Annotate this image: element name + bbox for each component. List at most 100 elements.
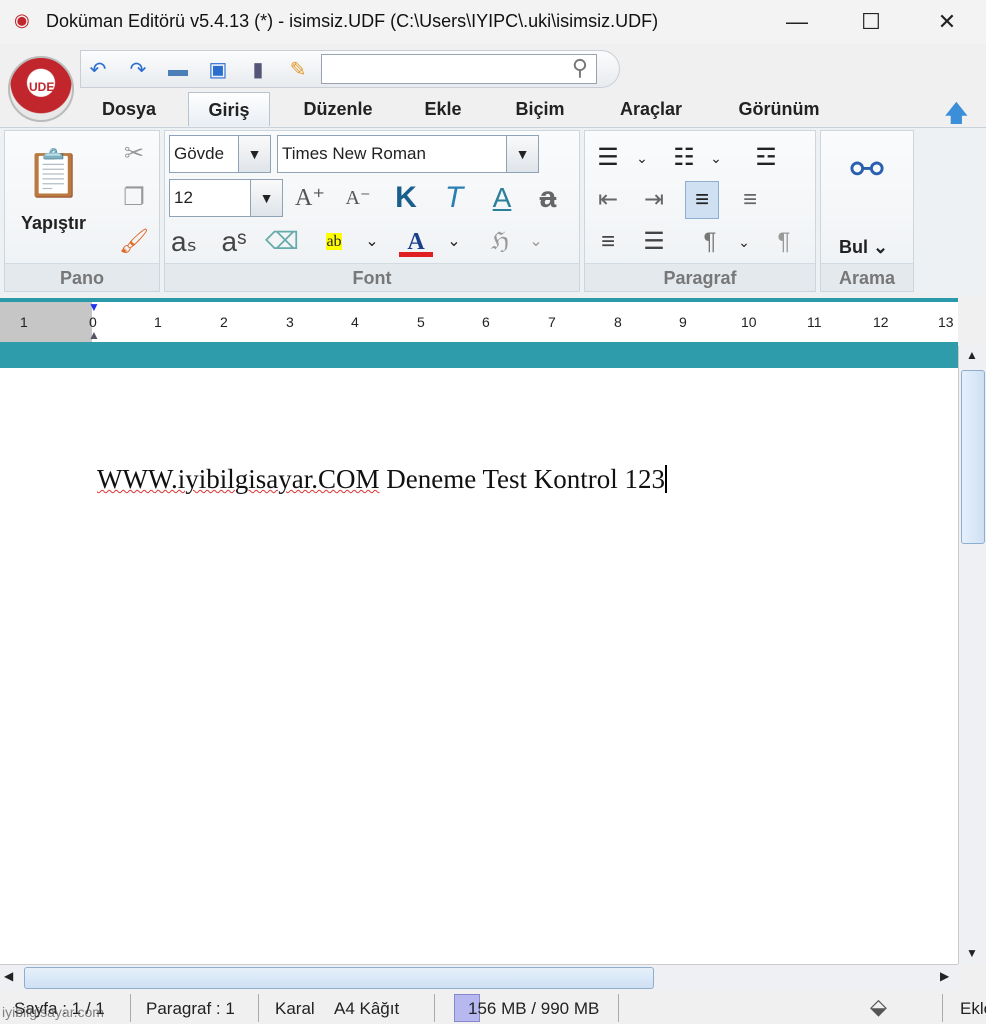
binoculars-icon[interactable]: ⚯ [837,145,897,195]
increase-indent-icon[interactable]: ⇥ [637,185,671,215]
ruler-number: 12 [873,314,889,330]
font-color-button[interactable]: A [399,227,433,257]
vertical-scrollbar[interactable]: ▲ ▼ [958,346,986,964]
chevron-down-icon[interactable]: ⌄ [355,227,389,257]
memory-indicator: 156 MB / 990 MB [468,999,600,1018]
search-icon[interactable]: ⚲ [572,55,588,81]
group-label: Font [165,263,579,291]
print-icon[interactable]: ▮ [245,57,271,83]
scroll-down-icon[interactable]: ▼ [966,946,978,960]
group-pano: 📋 Yapıştır ✂ ❐ 🖌 Pano [4,130,160,292]
document-text[interactable]: WWW.iyibilgisayar.COM Deneme Test Kontro… [97,464,668,495]
group-arama: ⚯ Bul ⌄ Arama [820,130,914,292]
tab-dosya[interactable]: Dosya [86,92,172,126]
paragraph-indicator: Paragraf : 1 [146,999,235,1018]
decrease-indent-icon[interactable]: ⇤ [591,185,625,215]
paste-icon[interactable]: 📋 [25,143,82,203]
align-left-button[interactable]: ≡ [685,181,719,219]
tab-gorunum[interactable]: Görünüm [726,92,832,126]
ruler-number: 1 [154,314,162,330]
align-right-icon[interactable]: ≡ [591,227,625,257]
scroll-left-icon[interactable]: ◀ [4,969,13,983]
horizontal-scroll-thumb[interactable] [24,967,654,989]
insert-mode-indicator[interactable]: Ekle [960,999,986,1019]
justify-icon[interactable]: ☰ [637,227,671,257]
numbered-list-icon[interactable]: ☷ [667,143,701,173]
find-button[interactable]: Bul ⌄ [839,237,888,258]
paragraph-mark-icon[interactable]: ¶ [767,227,801,257]
paper-size-indicator: A4 Kâğıt [334,999,400,1018]
chevron-down-icon[interactable]: ▼ [506,136,538,172]
bullet-list-icon[interactable]: ☰ [591,143,625,173]
chevron-down-icon[interactable]: ⌄ [727,227,761,257]
tab-giris[interactable]: Giriş [188,92,270,126]
font-size-select[interactable]: 12 ▼ [169,179,283,217]
chevron-down-icon[interactable]: ⌄ [437,227,471,257]
italic-button[interactable]: T [437,183,471,213]
chevron-down-icon[interactable]: ▼ [250,180,282,216]
multilevel-list-icon[interactable]: ☲ [749,143,783,173]
eraser-icon[interactable]: ⌫ [265,227,299,257]
title-bar: ◉ Doküman Editörü v5.4.13 (*) - isimsiz.… [0,0,986,44]
chevron-down-icon[interactable]: ⌄ [699,143,733,173]
ruler-number: 8 [614,314,622,330]
minimize-button[interactable]: — [774,6,820,38]
superscript-button[interactable]: aˢ [217,227,251,257]
chevron-down-icon[interactable]: ⌄ [625,143,659,173]
paragraph-style-select[interactable]: Gövde ▼ [169,135,271,173]
save-icon[interactable]: ▣ [205,57,231,83]
copy-icon[interactable]: ❐ [117,183,151,213]
scroll-up-icon[interactable]: ▲ [966,348,978,362]
edit-icon[interactable]: ✎ [285,57,311,83]
group-label: Arama [821,263,913,291]
ruler[interactable]: ▼ ▲ 1 0 1 2 3 4 5 6 7 8 9 10 11 12 13 [0,298,958,342]
zoom-slider-thumb[interactable]: ⬙ [870,994,887,1020]
shrink-font-button[interactable]: A⁻ [341,183,375,213]
app-menu-logo[interactable]: UDE [8,56,74,122]
search-input[interactable]: ⚲ [321,54,597,84]
tab-araclar[interactable]: Araçlar [604,92,698,126]
ruler-number: 9 [679,314,687,330]
group-label: Pano [5,263,159,291]
open-folder-icon[interactable]: ▬ [165,57,191,83]
undo-icon[interactable]: ↶ [85,57,111,83]
ribbon: 📋 Yapıştır ✂ ❐ 🖌 Pano Gövde ▼ Times New R… [0,127,986,295]
chevron-down-icon[interactable]: ▼ [238,136,270,172]
document-area[interactable] [0,368,958,964]
tab-ekle[interactable]: Ekle [410,92,476,126]
left-indent-marker[interactable]: ▲ [88,328,100,342]
cut-icon[interactable]: ✂ [117,139,151,169]
text-effects-icon[interactable]: ℌ [483,227,517,257]
close-button[interactable]: ✕ [924,6,970,38]
status-bar: Sayfa : 1 / 1 iyibilgisayar.com Paragraf… [0,992,986,1024]
chevron-down-icon[interactable]: ⌄ [519,227,553,257]
paste-button[interactable]: Yapıştır [21,213,86,234]
tab-bicim[interactable]: Biçim [500,92,580,126]
strikethrough-button[interactable]: a [531,183,565,213]
vertical-scroll-thumb[interactable] [961,370,985,544]
ruler-number: 0 [89,314,97,330]
ruler-number: 13 [938,314,954,330]
page-top-margin [0,342,958,368]
maximize-button[interactable]: ☐ [848,6,894,38]
group-paragraf: ☰ ⌄ ☷ ⌄ ☲ ⇤ ⇥ ≡ ≡ ≡ ☰ ¶ ⌄ ¶ Paragraf [584,130,816,292]
horizontal-scrollbar[interactable]: ◀ ▶ [0,964,958,990]
grow-font-button[interactable]: A⁺ [293,183,327,213]
highlight-button[interactable]: ab [317,227,351,257]
redo-icon[interactable]: ↷ [125,57,151,83]
font-family-select[interactable]: Times New Roman ▼ [277,135,539,173]
scroll-right-icon[interactable]: ▶ [940,969,949,983]
align-center-icon[interactable]: ≡ [733,185,767,215]
first-line-indent-marker[interactable]: ▼ [88,300,100,314]
app-icon: ◉ [14,10,30,30]
bold-button[interactable]: K [389,183,423,213]
tab-duzenle[interactable]: Düzenle [288,92,388,126]
underline-button[interactable]: A [485,183,519,213]
watermark: iyibilgisayar.com [2,1004,104,1020]
ruler-number: 7 [548,314,556,330]
subscript-button[interactable]: aₛ [167,227,201,257]
line-spacing-icon[interactable]: ¶ [693,227,727,257]
format-painter-icon[interactable]: 🖌 [117,227,151,257]
ruler-number: 10 [741,314,757,330]
ruler-number: 2 [220,314,228,330]
